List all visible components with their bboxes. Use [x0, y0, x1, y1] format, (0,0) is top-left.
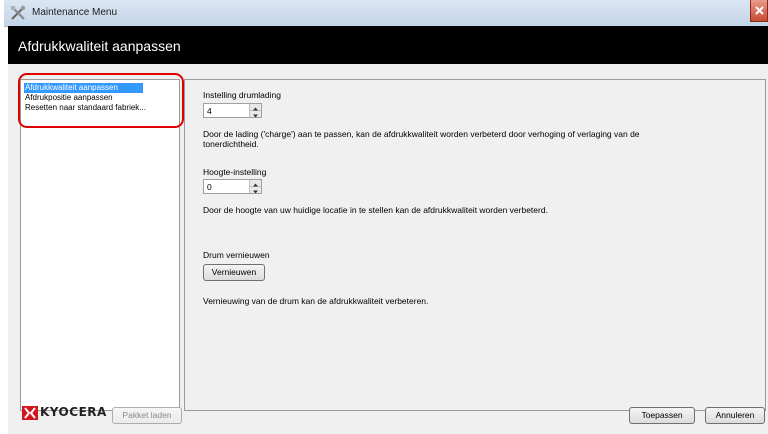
drum-refresh-label: Drum vernieuwen — [203, 250, 270, 260]
drum-charge-stepper[interactable]: 4 — [203, 103, 262, 118]
altitude-down-button[interactable] — [250, 187, 261, 194]
altitude-label: Hoogte-instelling — [203, 167, 267, 177]
settings-panel: Instelling drumlading 4 Door de lading (… — [184, 79, 766, 411]
page-header: Afdrukkwaliteit aanpassen — [8, 26, 768, 64]
window-title: Maintenance Menu — [32, 7, 118, 18]
tools-icon — [10, 5, 26, 21]
content-area: Afdrukkwaliteit aanpassen Afdrukpositie … — [8, 64, 768, 434]
apply-button[interactable]: Toepassen — [629, 407, 695, 424]
altitude-value: 0 — [207, 182, 212, 192]
drum-charge-up-button[interactable] — [250, 104, 261, 111]
drum-charge-down-button[interactable] — [250, 111, 261, 118]
load-package-button[interactable]: Pakket laden — [112, 407, 182, 424]
close-icon — [755, 6, 764, 15]
title-bar: Maintenance Menu — [4, 0, 768, 27]
refresh-drum-button[interactable]: Vernieuwen — [203, 264, 265, 281]
highlight-ring — [18, 73, 184, 128]
arrow-down-icon — [253, 190, 258, 194]
drum-charge-description: Door de lading ('charge') aan te passen,… — [203, 129, 640, 149]
menu-list: Afdrukkwaliteit aanpassen Afdrukpositie … — [20, 79, 180, 411]
cancel-button[interactable]: Annuleren — [705, 407, 765, 424]
altitude-up-button[interactable] — [250, 180, 261, 187]
maintenance-window: Maintenance Menu Afdrukkwaliteit aanpass… — [4, 0, 768, 434]
page-title: Afdrukkwaliteit aanpassen — [18, 38, 181, 54]
arrow-down-icon — [253, 114, 258, 118]
kyocera-logo-icon — [22, 406, 38, 420]
altitude-description: Door de hoogte van uw huidige locatie in… — [203, 205, 548, 215]
drum-charge-value: 4 — [207, 106, 212, 116]
drum-charge-label: Instelling drumlading — [203, 90, 281, 100]
logo-text: KYOCERA — [40, 405, 107, 419]
drum-refresh-description: Vernieuwing van de drum kan de afdrukkwa… — [203, 296, 429, 306]
close-button[interactable] — [750, 0, 768, 22]
altitude-stepper[interactable]: 0 — [203, 179, 262, 194]
